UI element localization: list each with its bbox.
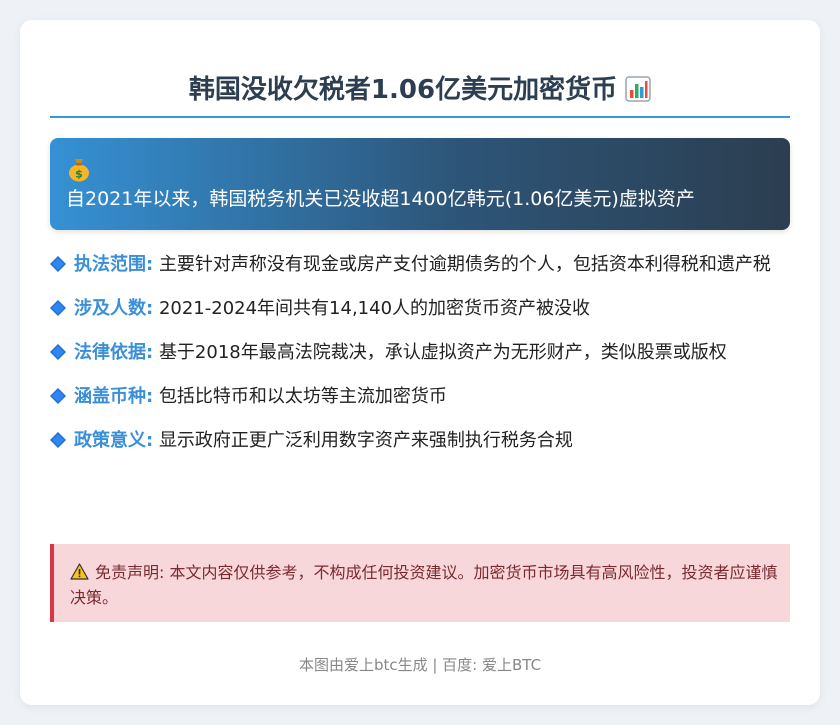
list-item: 法律依据: 基于2018年最高法院裁决，承认虚拟资产为无形财产，类似股票或版权 [50,338,790,368]
item-text: 包括比特币和以太坊等主流加密货币 [158,386,447,407]
item-label: 涉及人数: [74,298,154,319]
bar-chart-icon [625,76,651,102]
banner-text: 自2021年以来，韩国税务机关已没收超1400亿韩元(1.06亿美元)虚拟资产 [66,188,695,210]
key-points-list: 执法范围: 主要针对声称没有现金或房产支付逾期债务的个人，包括资本利得税和遗产税… [50,250,790,470]
content-card: 韩国没收欠税者1.06亿美元加密货币 $ 自2021年以来，韩国税务机关已没收超… [20,20,820,705]
item-text: 基于2018年最高法院裁决，承认虚拟资产为无形财产，类似股票或版权 [158,342,727,363]
item-label: 政策意义: [74,430,154,451]
list-item: 涵盖币种: 包括比特币和以太坊等主流加密货币 [50,382,790,412]
item-label: 涵盖币种: [74,386,154,407]
title-divider [50,116,790,118]
warning-icon [70,563,89,580]
list-item: 政策意义: 显示政府正更广泛利用数字资产来强制执行税务合规 [50,426,790,456]
diamond-bullet-icon [50,256,66,272]
item-label: 法律依据: [74,342,154,363]
highlight-banner: $ 自2021年以来，韩国税务机关已没收超1400亿韩元(1.06亿美元)虚拟资… [50,138,790,230]
footer-credit: 本图由爱上btc生成 | 百度: 爱上BTC [298,656,542,674]
diamond-bullet-icon [50,344,66,360]
disclaimer-content: 免责声明: 本文内容仅供参考，不构成任何投资建议。加密货币市场具有高风险性，投资… [70,560,778,610]
list-item: 执法范围: 主要针对声称没有现金或房产支付逾期债务的个人，包括资本利得税和遗产税 [50,250,790,280]
item-text: 2021-2024年间共有14,140人的加密货币资产被没收 [158,298,591,319]
item-text: 显示政府正更广泛利用数字资产来强制执行税务合规 [158,430,573,451]
svg-text:$: $ [75,168,83,181]
item-label: 执法范围: [74,254,154,275]
list-item: 涉及人数: 2021-2024年间共有14,140人的加密货币资产被没收 [50,294,790,324]
diamond-bullet-icon [50,300,66,316]
disclaimer-text: 免责声明: 本文内容仅供参考，不构成任何投资建议。加密货币市场具有高风险性，投资… [70,563,778,607]
title-row: 韩国没收欠税者1.06亿美元加密货币 [50,70,790,110]
diamond-bullet-icon [50,388,66,404]
item-text: 主要针对声称没有现金或房产支付逾期债务的个人，包括资本利得税和遗产税 [158,254,771,275]
disclaimer-box: 免责声明: 本文内容仅供参考，不构成任何投资建议。加密货币市场具有高风险性，投资… [50,544,790,622]
diamond-bullet-icon [50,432,66,448]
money-bag-icon: $ [69,159,89,182]
page-title: 韩国没收欠税者1.06亿美元加密货币 [188,75,618,105]
